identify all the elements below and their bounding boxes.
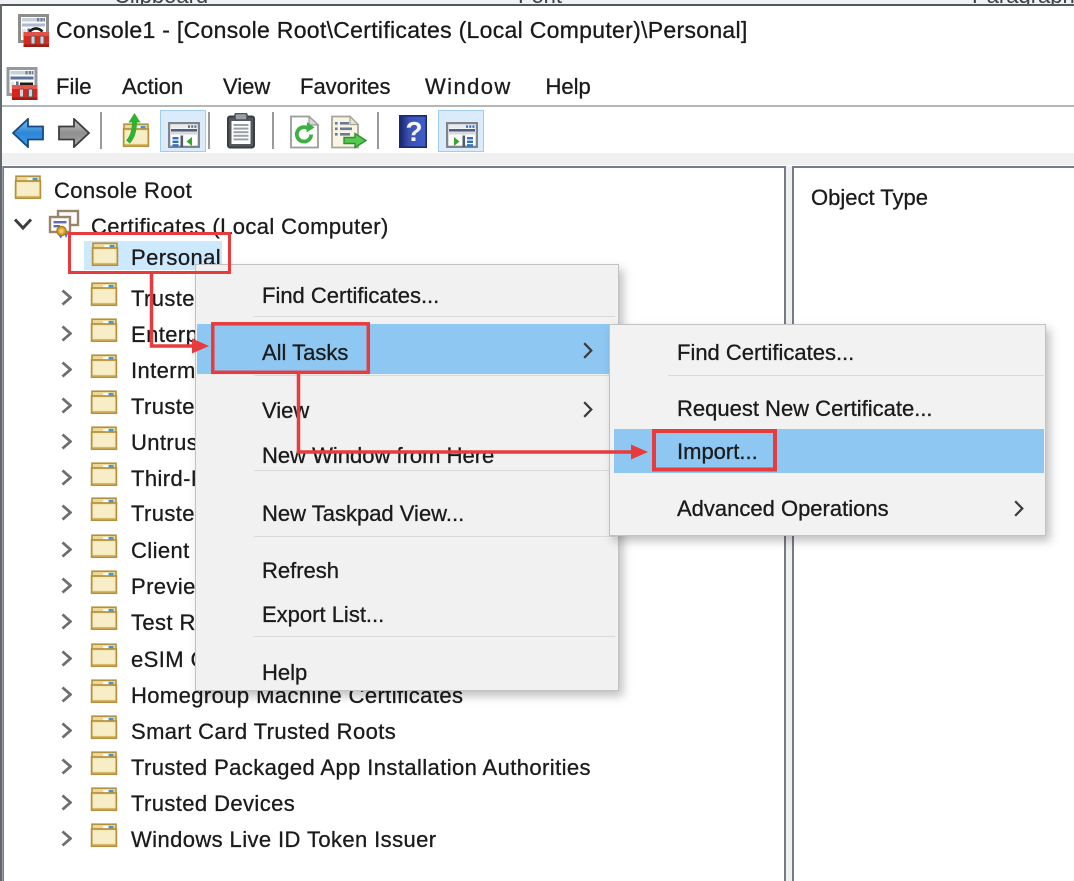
svg-text:?: ? — [405, 116, 422, 147]
